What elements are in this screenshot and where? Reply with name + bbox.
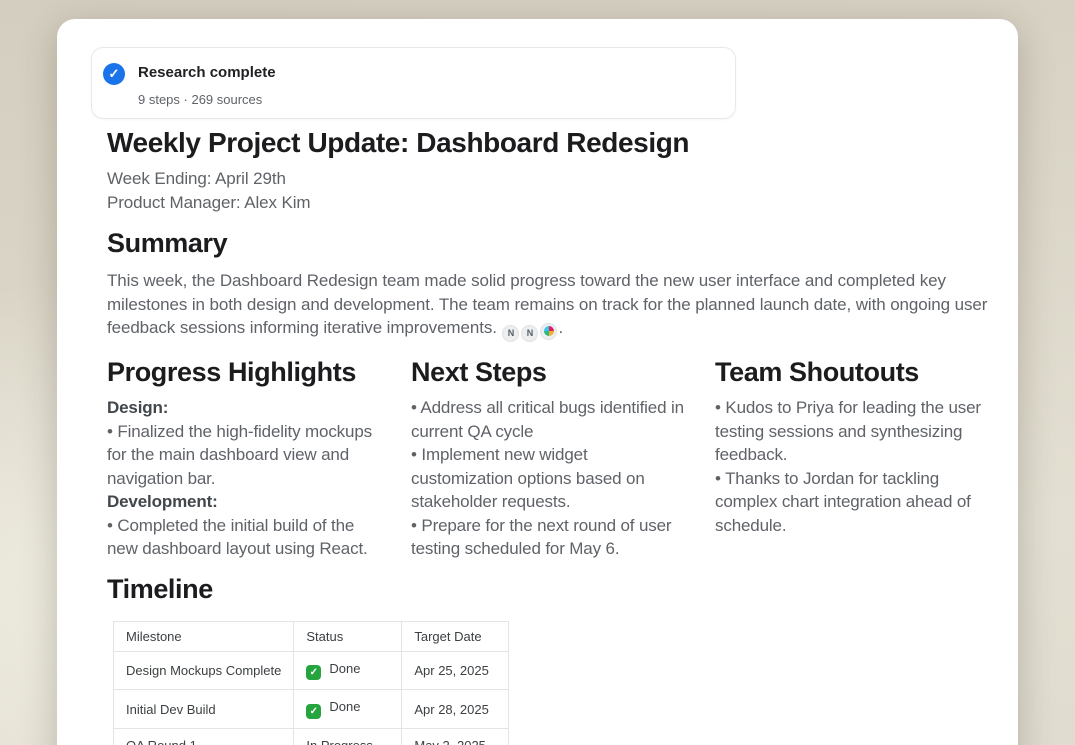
status-text: Done — [329, 699, 360, 714]
next-steps-heading: Next Steps — [411, 354, 687, 390]
table-row: Design Mockups Complete ✓ Done Apr 25, 20… — [114, 651, 509, 690]
design-label: Design: — [107, 396, 383, 420]
list-item: • Implement new widget customization opt… — [411, 443, 687, 514]
table-row: Initial Dev Build ✓ Done Apr 28, 2025 — [114, 690, 509, 729]
milestone-cell: Initial Dev Build — [114, 690, 294, 729]
list-item: • Address all critical bugs identified i… — [411, 396, 687, 443]
research-status-title: Research complete — [138, 63, 276, 83]
status-cell: ✓ Done — [294, 651, 402, 690]
list-item: • Kudos to Priya for leading the user te… — [715, 396, 991, 467]
research-complete-check-icon: ✓ — [103, 63, 125, 85]
column-progress-highlights: Progress Highlights Design: • Finalized … — [107, 354, 383, 561]
source-badge-2[interactable]: N — [521, 325, 538, 342]
done-check-icon: ✓ — [306, 665, 321, 680]
date-cell: Apr 28, 2025 — [402, 690, 509, 729]
status-cell: ✓ Done — [294, 690, 402, 729]
source-badge-1[interactable]: N — [502, 325, 519, 342]
timeline-table: Milestone Status Target Date Design Mock… — [113, 621, 509, 745]
table-header-row: Milestone Status Target Date — [114, 621, 509, 651]
source-badge-label: N — [527, 322, 533, 346]
milestone-cell: Design Mockups Complete — [114, 651, 294, 690]
status-cell: In Progress — [294, 728, 402, 745]
summary-trailing-period: . — [558, 318, 563, 337]
date-cell: Apr 25, 2025 — [402, 651, 509, 690]
summary-paragraph: This week, the Dashboard Redesign team m… — [107, 269, 990, 342]
next-steps-body: • Address all critical bugs identified i… — [411, 396, 687, 561]
progress-highlights-body: Design: • Finalized the high-fidelity mo… — [107, 396, 383, 561]
list-item: • Thanks to Jordan for tackling complex … — [715, 467, 991, 538]
progress-highlights-heading: Progress Highlights — [107, 354, 383, 390]
summary-heading: Summary — [107, 225, 990, 261]
source-badge-colorful[interactable] — [540, 323, 557, 340]
list-item: • Finalized the high-fidelity mockups fo… — [107, 420, 383, 491]
week-ending-line: Week Ending: April 29th — [107, 167, 990, 191]
page-title: Weekly Project Update: Dashboard Redesig… — [107, 125, 990, 161]
research-status-text: Research complete 9 steps · 269 sources — [138, 63, 276, 118]
team-shoutouts-body: • Kudos to Priya for leading the user te… — [715, 396, 991, 537]
column-next-steps: Next Steps • Address all critical bugs i… — [411, 354, 687, 561]
milestone-cell: QA Round 1 — [114, 728, 294, 745]
status-text: Done — [329, 661, 360, 676]
column-team-shoutouts: Team Shoutouts • Kudos to Priya for lead… — [715, 354, 991, 561]
done-check-icon: ✓ — [306, 704, 321, 719]
research-status-meta: 9 steps · 269 sources — [138, 91, 276, 109]
column-header-status: Status — [294, 621, 402, 651]
research-status-card[interactable]: ✓ Research complete 9 steps · 269 source… — [91, 47, 736, 119]
table-row: QA Round 1 In Progress May 2, 2025 — [114, 728, 509, 745]
list-item: • Completed the initial build of the new… — [107, 514, 383, 561]
product-manager-line: Product Manager: Alex Kim — [107, 191, 990, 215]
status-text: In Progress — [306, 738, 372, 745]
list-item: • Prepare for the next round of user tes… — [411, 514, 687, 561]
check-glyph: ✓ — [109, 66, 120, 82]
document-meta: Week Ending: April 29th Product Manager:… — [107, 167, 990, 215]
development-label: Development: — [107, 490, 383, 514]
source-badge-label: N — [508, 322, 514, 346]
column-header-milestone: Milestone — [114, 621, 294, 651]
document-window[interactable]: ✓ Research complete 9 steps · 269 source… — [57, 19, 1018, 745]
highlights-columns: Progress Highlights Design: • Finalized … — [107, 354, 990, 561]
pinwheel-icon — [544, 326, 554, 336]
date-cell: May 2, 2025 — [402, 728, 509, 745]
column-header-target-date: Target Date — [402, 621, 509, 651]
team-shoutouts-heading: Team Shoutouts — [715, 354, 991, 390]
timeline-heading: Timeline — [107, 571, 990, 607]
